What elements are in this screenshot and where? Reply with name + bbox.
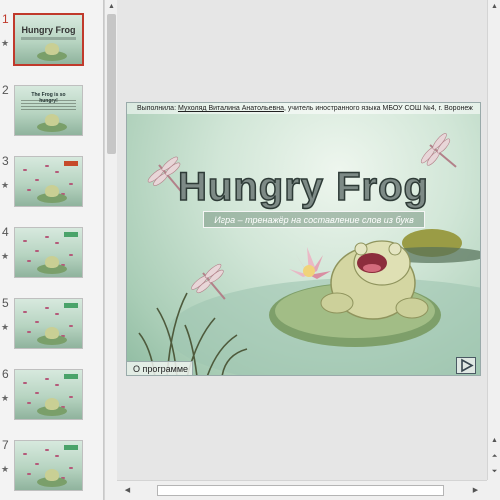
- slide-thumbnail[interactable]: 7 ★: [0, 438, 100, 498]
- powerpoint-window: 1★Hungry Frog2The Frog is so hungry!3★4★…: [0, 0, 500, 500]
- dragonfly-mark: [69, 183, 73, 185]
- arrow-up-icon[interactable]: ▲: [488, 0, 500, 13]
- dragonfly-mark: [69, 396, 73, 398]
- current-slide[interactable]: Выполнила: Мухоляд Виталина Анатольевна,…: [126, 102, 481, 376]
- thumbnail-frog: [45, 114, 59, 126]
- thumbnail-score-box: [64, 303, 78, 308]
- slide-subtitle: Игра – тренажёр на составление слов из б…: [214, 215, 414, 225]
- about-program-button[interactable]: О программе: [127, 361, 193, 375]
- arrow-up-icon[interactable]: ▲: [488, 434, 500, 447]
- credits-prefix: Выполнила:: [137, 105, 178, 112]
- slide-thumbnail-image[interactable]: [14, 156, 83, 207]
- slide-thumbnail-image[interactable]: The Frog is so hungry!: [14, 85, 83, 136]
- dragonfly-mark: [35, 463, 39, 465]
- slide-thumbnail-pane: 1★Hungry Frog2The Frog is so hungry!3★4★…: [0, 0, 104, 500]
- dragonfly-mark: [27, 260, 31, 262]
- thumbnail-frog: [45, 185, 59, 197]
- dragonfly-mark: [35, 179, 39, 181]
- slide-thumbnail-image[interactable]: [14, 298, 83, 349]
- next-slide-icon[interactable]: ⏷: [488, 465, 500, 478]
- dragonfly-mark: [27, 331, 31, 333]
- thumbnail-frog: [45, 469, 59, 481]
- dragonfly-mark: [23, 453, 27, 455]
- thumbnail-scrollbar[interactable]: ▲: [104, 0, 117, 500]
- dragonfly-mark: [55, 313, 59, 315]
- dragonfly-mark: [27, 473, 31, 475]
- arrow-left-icon[interactable]: ◀: [121, 484, 134, 497]
- dragonfly-mark: [23, 169, 27, 171]
- credits-author-link[interactable]: Мухоляд Виталина Анатольевна: [178, 105, 284, 112]
- slide-thumbnail-image[interactable]: Hungry Frog: [13, 13, 84, 66]
- star-icon: ★: [1, 464, 10, 474]
- slide-number: 7: [2, 438, 9, 452]
- star-icon: ★: [1, 322, 10, 332]
- slide-number: 3: [2, 154, 9, 168]
- slide-title: Hungry Frog: [177, 164, 429, 210]
- slide-thumbnail-image[interactable]: [14, 369, 83, 420]
- slide-thumbnail-image[interactable]: [14, 440, 83, 491]
- dragonfly-mark: [27, 402, 31, 404]
- horizontal-scroll-thumb[interactable]: [157, 485, 444, 496]
- thumbnail-score-box: [64, 161, 78, 166]
- thumbnail-scroll-thumb[interactable]: [107, 14, 116, 154]
- slide-number: 6: [2, 367, 9, 381]
- dragonfly-mark: [55, 242, 59, 244]
- dragonfly-mark: [69, 325, 73, 327]
- slide-thumbnail[interactable]: 5 ★: [0, 296, 100, 356]
- dragonfly-mark: [45, 449, 49, 451]
- next-slide-button[interactable]: [456, 357, 476, 374]
- dragonfly-mark: [35, 250, 39, 252]
- dragonfly-mark: [35, 321, 39, 323]
- slide-background-art: [138, 133, 480, 375]
- water-lily: [289, 247, 331, 279]
- slide-thumbnail[interactable]: 1 ★ Hungry Frog: [0, 12, 100, 72]
- slide-number: 5: [2, 296, 9, 310]
- dragonfly-mark: [23, 382, 27, 384]
- thumbnail-frog: [45, 256, 59, 268]
- slide-number: 4: [2, 225, 9, 239]
- dragonfly-mark: [23, 240, 27, 242]
- editor-vertical-scrollbar[interactable]: ▲ ▲ ⏶ ⏷: [487, 0, 500, 480]
- thumbnail-text-lines: [21, 100, 76, 112]
- dragonfly-mark: [55, 384, 59, 386]
- thumbnail-subtitle-bar: [21, 37, 76, 40]
- dragonfly-mark: [55, 171, 59, 173]
- scrollbar-corner: [487, 480, 500, 500]
- star-icon: ★: [1, 251, 10, 261]
- thumbnail-frog: [45, 327, 59, 339]
- dragonfly-mark: [55, 455, 59, 457]
- dragonfly-mark: [45, 236, 49, 238]
- star-icon: ★: [1, 393, 10, 403]
- dragonfly-mark: [45, 378, 49, 380]
- credits-suffix: , учитель иностранного языка МБОУ СОШ №4…: [283, 105, 473, 112]
- slide-thumbnail[interactable]: 2 The Frog is so hungry!: [0, 83, 100, 143]
- thumbnail-score-box: [64, 232, 78, 237]
- dragonfly-mark: [69, 467, 73, 469]
- star-icon: ★: [1, 180, 10, 190]
- dragonfly-mark: [45, 307, 49, 309]
- arrow-right-icon[interactable]: ▶: [469, 484, 482, 497]
- credits-line: Выполнила: Мухоляд Виталина Анатольевна,…: [127, 103, 480, 114]
- thumbnail-score-box: [64, 445, 78, 450]
- prev-slide-icon[interactable]: ⏶: [488, 450, 500, 463]
- dragonfly-mark: [23, 311, 27, 313]
- slide-thumbnail-image[interactable]: [14, 227, 83, 278]
- star-icon: ★: [1, 38, 10, 48]
- thumbnail-frog: [45, 43, 59, 55]
- dragonfly-mark: [27, 189, 31, 191]
- dragonfly-mark: [35, 392, 39, 394]
- dragonfly-mark: [45, 165, 49, 167]
- thumbnail-frog: [45, 398, 59, 410]
- thumbnail-title: Hungry Frog: [21, 25, 76, 35]
- thumbnail-score-box: [64, 374, 78, 379]
- slide-thumbnail[interactable]: 4 ★: [0, 225, 100, 285]
- dragonfly-mark: [69, 254, 73, 256]
- slide-thumbnail[interactable]: 3 ★: [0, 154, 100, 214]
- slide-editor: Выполнила: Мухоляд Виталина Анатольевна,…: [117, 0, 487, 480]
- subtitle-box: Игра – тренажёр на составление слов из б…: [203, 211, 425, 228]
- slide-number: 2: [2, 83, 9, 97]
- editor-horizontal-scrollbar[interactable]: ◀ ▶: [117, 480, 487, 500]
- play-triangle-icon: [461, 358, 474, 373]
- slide-thumbnail[interactable]: 6 ★: [0, 367, 100, 427]
